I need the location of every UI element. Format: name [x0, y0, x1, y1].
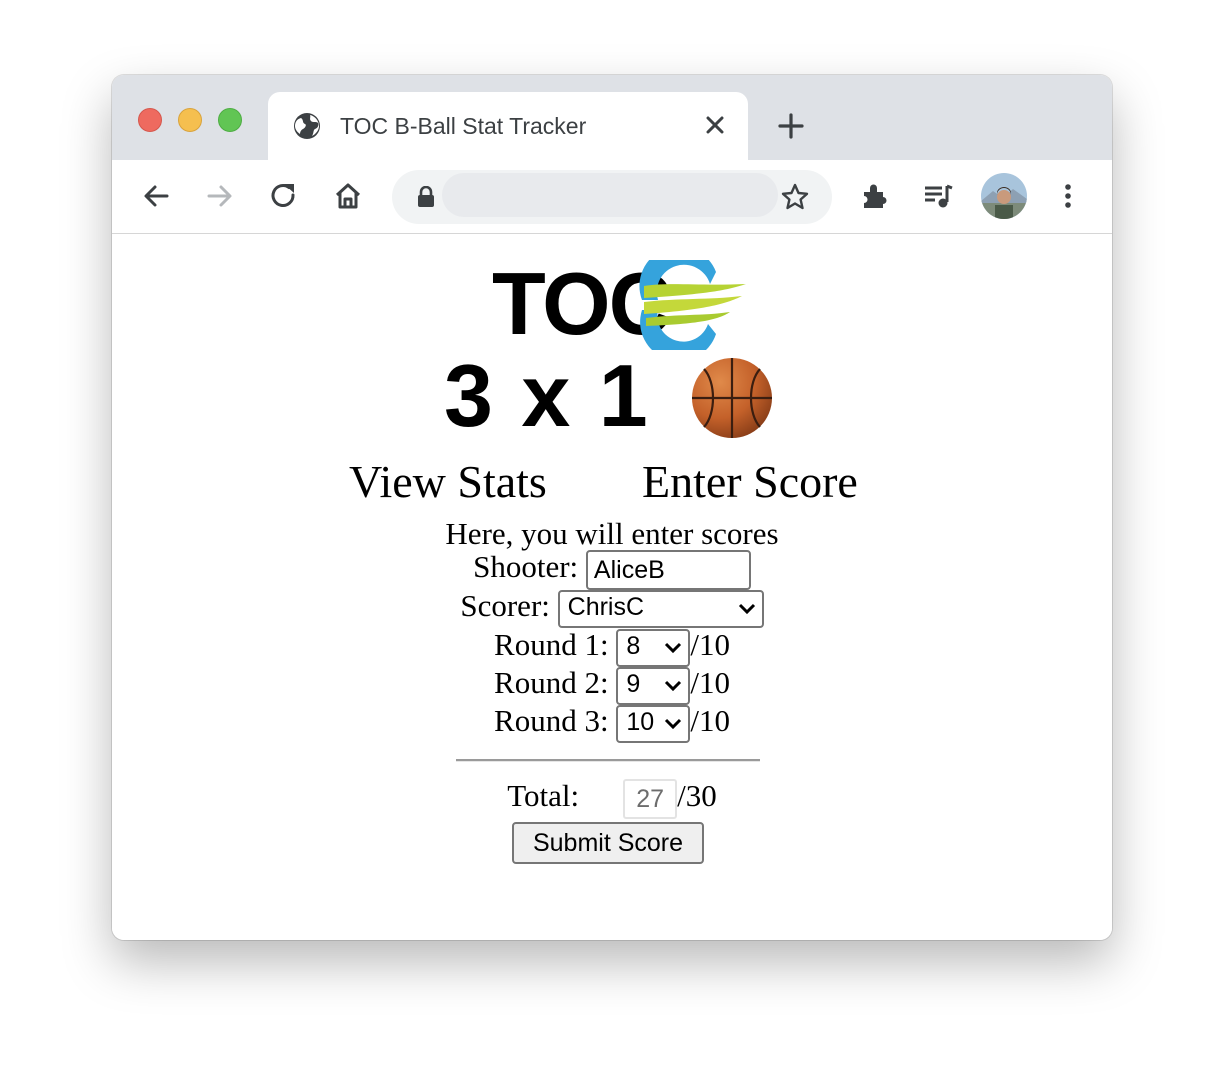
round-max: /10: [690, 627, 730, 663]
basketball-icon: [692, 358, 772, 438]
round-label: Round 2:: [494, 665, 609, 701]
scorer-selected-value: ChrisC: [567, 593, 645, 621]
home-icon[interactable]: [332, 180, 364, 212]
reload-icon[interactable]: [268, 180, 300, 212]
window-maximize-button[interactable]: [218, 108, 242, 132]
round-label: Round 1:: [494, 627, 609, 663]
avatar[interactable]: [981, 173, 1027, 219]
scorer-label: Scorer:: [460, 588, 550, 624]
forward-icon[interactable]: [204, 180, 236, 212]
toc-swoosh-icon: [639, 260, 746, 350]
total-row: Total: 27/30: [112, 779, 1112, 819]
browser-tab[interactable]: TOC B-Ball Stat Tracker: [268, 92, 748, 160]
chevron-down-icon: [665, 680, 682, 692]
more-icon[interactable]: [1052, 180, 1084, 212]
media-icon[interactable]: [922, 180, 954, 212]
star-icon[interactable]: [780, 182, 810, 212]
window-minimize-button[interactable]: [178, 108, 202, 132]
round-3-select[interactable]: 10: [616, 705, 691, 743]
toc-3x10-logo: TOC 3 x 1: [442, 246, 782, 440]
lock-icon: [418, 186, 434, 207]
window-close-button[interactable]: [138, 108, 162, 132]
browser-toolbar: [112, 160, 1112, 234]
url-input[interactable]: [442, 173, 778, 217]
shooter-label: Shooter:: [473, 549, 579, 585]
scorer-select[interactable]: ChrisC: [557, 590, 764, 628]
round-row: Round 3: 10 /10: [112, 705, 1112, 743]
tab-title: TOC B-Ball Stat Tracker: [340, 113, 587, 139]
globe-icon: [294, 113, 320, 139]
logo-line-2: 3 x 1: [444, 346, 650, 445]
view-stats-link[interactable]: View Stats: [349, 459, 547, 505]
close-icon[interactable]: [700, 110, 730, 140]
chevron-down-icon: [738, 603, 755, 615]
shooter-input[interactable]: [585, 550, 751, 590]
extensions-icon[interactable]: [860, 180, 892, 212]
enter-score-link[interactable]: Enter Score: [642, 459, 858, 505]
round-row: Round 1: 8 /10: [112, 629, 1112, 667]
round-2-select[interactable]: 9: [616, 667, 691, 705]
round-label: Round 3:: [494, 703, 609, 739]
plus-icon[interactable]: [774, 109, 808, 143]
back-icon[interactable]: [140, 180, 172, 212]
total-field: 27: [623, 779, 678, 819]
chevron-down-icon: [665, 642, 682, 654]
tab-strip: TOC B-Ball Stat Tracker: [112, 75, 1112, 160]
divider: [456, 759, 760, 762]
round-selected-value: 9: [626, 670, 641, 698]
total-label: Total:: [507, 778, 580, 814]
submit-score-button[interactable]: Submit Score: [512, 822, 704, 864]
round-max: /10: [690, 703, 730, 739]
address-bar[interactable]: [392, 170, 832, 224]
chevron-down-icon: [665, 718, 682, 730]
shooter-row: Shooter:: [112, 550, 1112, 590]
page-content: TOC 3 x 1 View Stats Enter Score Here, y…: [112, 234, 1112, 940]
scorer-row: Scorer: ChrisC: [112, 590, 1112, 628]
round-selected-value: 10: [626, 708, 655, 736]
round-selected-value: 8: [626, 632, 641, 660]
browser-window: TOC B-Ball Stat Tracker TOC 3 x 1 View S…: [112, 75, 1112, 940]
intro-text: Here, you will enter scores: [445, 516, 779, 551]
round-row: Round 2: 9 /10: [112, 667, 1112, 705]
round-1-select[interactable]: 8: [616, 629, 691, 667]
round-max: /10: [690, 665, 730, 701]
total-max: /30: [677, 778, 717, 814]
